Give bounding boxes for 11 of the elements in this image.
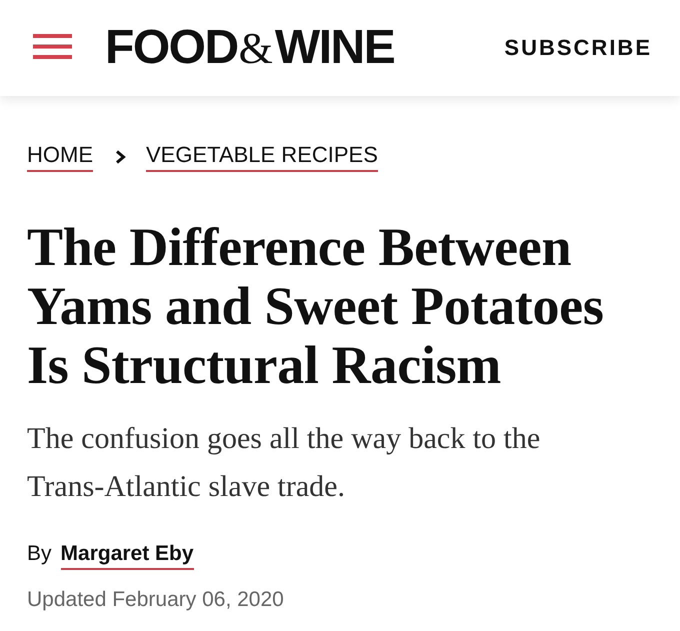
menu-icon[interactable] [33,34,72,58]
chevron-right-icon [115,150,126,164]
site-logo[interactable]: FOOD&WINE [105,24,394,72]
updated-date: Updated February 06, 2020 [27,588,285,612]
article-subtitle: The confusion goes all the way back to the Trans-Atlantic slave trade. [27,421,542,505]
breadcrumb-link[interactable]: HOME [27,142,93,172]
article-title: The Difference Between Yams and Sweet Potatoes Is Structural Racism [27,218,605,395]
subscribe-link[interactable]: SUBSCRIBE [504,35,652,61]
byline-label: By [27,542,52,566]
author-link[interactable]: Margaret Eby [60,542,194,570]
breadcrumb-link[interactable]: VEGETABLE RECIPES [146,142,378,172]
